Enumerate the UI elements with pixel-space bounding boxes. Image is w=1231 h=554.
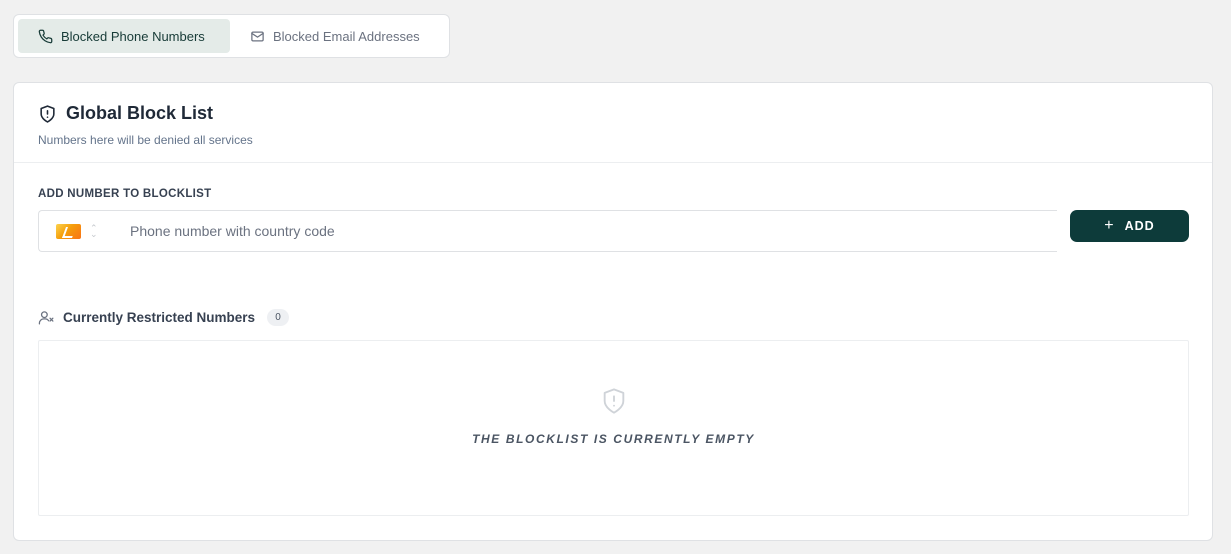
phone-number-input[interactable] (117, 211, 1057, 251)
shield-alert-icon (40, 104, 55, 123)
shield-alert-icon (603, 388, 624, 414)
user-x-icon (38, 311, 54, 325)
tab-label: Blocked Phone Numbers (61, 28, 205, 44)
mail-icon (251, 31, 264, 41)
phone-icon (38, 29, 53, 43)
restricted-count-badge: 0 (267, 309, 290, 326)
tab-bar: Blocked Phone Numbers Blocked Email Addr… (13, 14, 450, 58)
restricted-numbers-title: Currently Restricted Numbers (63, 310, 256, 325)
chevron-up-down-icon: ⌃ ⌄ (90, 223, 98, 239)
global-block-list-card: Global Block List Numbers here will be d… (13, 82, 1213, 541)
add-number-label: ADD NUMBER TO BLOCKLIST (38, 188, 212, 200)
tab-blocked-email-addresses[interactable]: Blocked Email Addresses (230, 19, 440, 53)
tab-blocked-phone-numbers[interactable]: Blocked Phone Numbers (18, 19, 230, 53)
flag-icon (56, 223, 81, 239)
plus-icon: + (1104, 217, 1115, 234)
title-row: Global Block List (38, 103, 1188, 124)
empty-state-message: THE BLOCKLIST IS CURRENTLY EMPTY (472, 432, 755, 446)
country-select[interactable]: ⌃ ⌄ (39, 223, 117, 239)
restricted-numbers-header: Currently Restricted Numbers 0 (38, 309, 290, 326)
card-header: Global Block List Numbers here will be d… (14, 83, 1212, 163)
page-title: Global Block List (66, 103, 214, 123)
empty-state: THE BLOCKLIST IS CURRENTLY EMPTY (38, 340, 1189, 516)
add-number-button[interactable]: + ADD (1070, 210, 1189, 242)
phone-input-group: ⌃ ⌄ (38, 210, 1057, 252)
add-button-label: ADD (1124, 219, 1155, 233)
tab-label: Blocked Email Addresses (273, 28, 420, 44)
page-subtitle: Numbers here will be denied all services (38, 133, 253, 147)
